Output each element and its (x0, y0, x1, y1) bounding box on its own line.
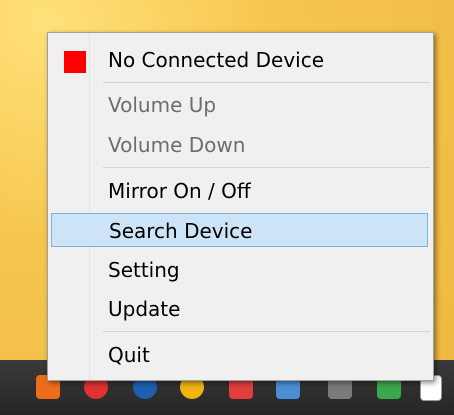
separator (103, 82, 430, 83)
separator (103, 331, 430, 332)
search-device-item[interactable]: Search Device (51, 213, 428, 247)
volume-down-item: Volume Down (108, 133, 246, 157)
update-item[interactable]: Update (48, 292, 433, 326)
setting-item[interactable]: Setting (48, 253, 433, 287)
context-menu: No Connected Device Volume Up Volume Dow… (47, 32, 434, 381)
volume-up-item: Volume Up (108, 93, 217, 117)
mirror-toggle-item[interactable]: Mirror On / Off (48, 174, 433, 208)
quit-item[interactable]: Quit (48, 338, 433, 372)
status-indicator-icon (64, 51, 86, 73)
status-item: No Connected Device (48, 43, 433, 77)
separator (103, 167, 430, 168)
